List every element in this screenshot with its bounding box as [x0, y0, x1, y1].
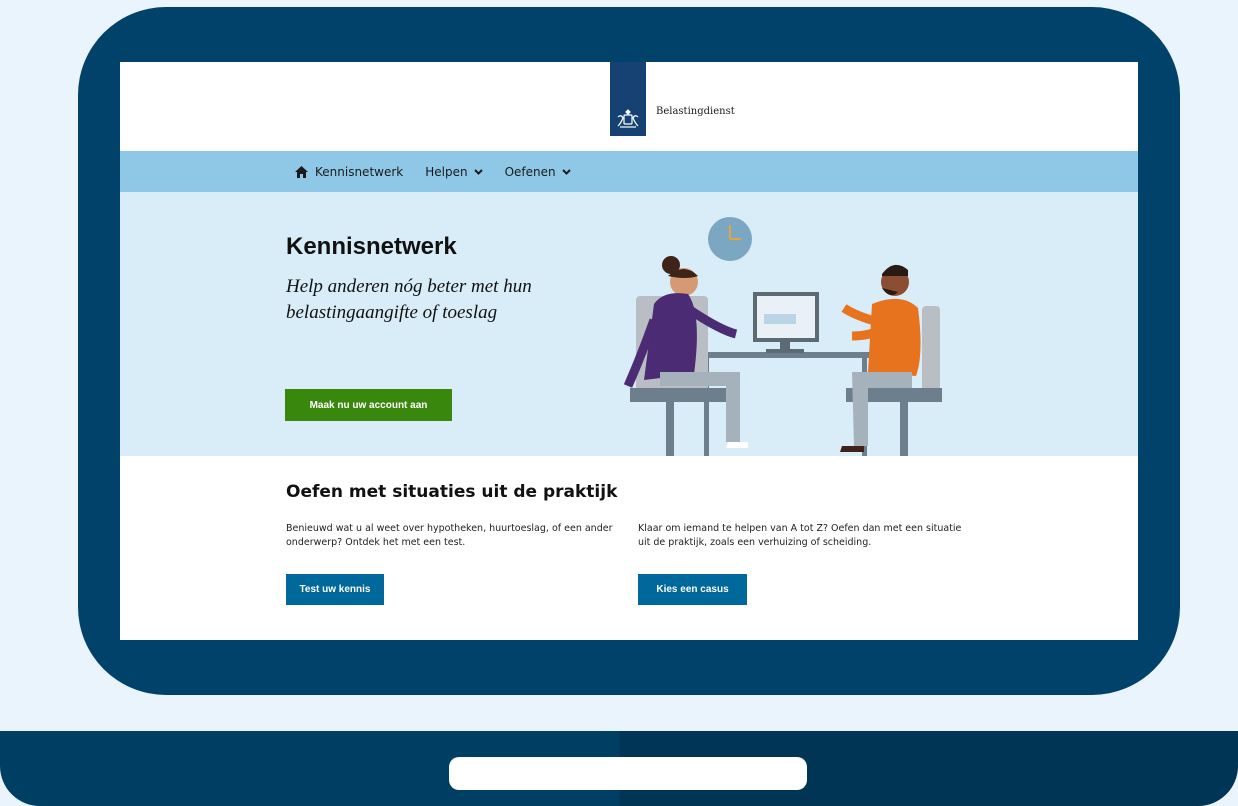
- practice-left-text: Benieuwd wat u al weet over hypotheken, …: [286, 523, 613, 548]
- nav-label: Kennisnetwerk: [315, 164, 404, 179]
- practice-section-title: Oefen met situaties uit de praktijk: [286, 482, 618, 502]
- hero-subtitle: Help anderen nóg beter met hun belasting…: [286, 276, 532, 323]
- logo-text: Belastingdienst: [656, 106, 735, 117]
- hero-title: Kennisnetwerk: [286, 233, 457, 260]
- practice-right-text: Klaar om iemand te helpen van A tot Z? O…: [638, 523, 962, 548]
- crest-icon: [617, 109, 639, 128]
- chevron-down-icon: [561, 168, 571, 175]
- site-header: Belastingdienst: [120, 62, 1138, 151]
- home-icon: [295, 165, 308, 178]
- main-nav: Kennisnetwerk Helpen Oefenen: [120, 151, 1138, 192]
- chevron-down-icon: [473, 168, 483, 175]
- people-at-desk-illustration: [623, 217, 942, 456]
- hero-section: Kennisnetwerk Help anderen nóg beter met…: [120, 192, 1138, 456]
- create-account-button[interactable]: Maak nu uw account aan: [285, 389, 452, 421]
- nav-item-helpen[interactable]: Helpen: [425, 164, 483, 179]
- choose-case-button[interactable]: Kies een casus: [638, 574, 747, 605]
- laptop-trackpad-notch: [449, 757, 807, 790]
- belastingdienst-logo[interactable]: [610, 62, 646, 136]
- nav-label: Oefenen: [504, 164, 556, 179]
- browser-screen: Belastingdienst Kennisnetwerk Helpen Oef…: [120, 62, 1138, 640]
- test-knowledge-button[interactable]: Test uw kennis: [286, 574, 384, 605]
- nav-item-oefenen[interactable]: Oefenen: [505, 165, 571, 179]
- nav-label: Helpen: [425, 164, 468, 179]
- nav-item-kennisnetwerk[interactable]: Kennisnetwerk: [295, 165, 403, 179]
